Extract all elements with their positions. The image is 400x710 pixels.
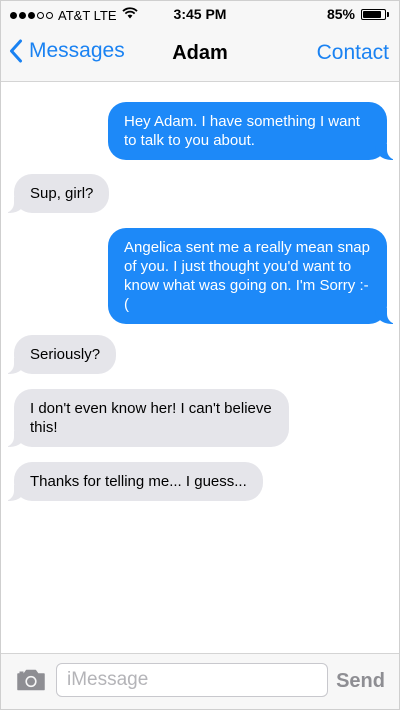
message-text: Seriously? (30, 346, 101, 363)
message-bubble-incoming: Seriously? (1, 335, 117, 374)
message-text: I don't even know her! I can't believe t… (30, 400, 272, 436)
message-text: Hey Adam. I have something I want to tal… (124, 113, 360, 149)
message-bubble-outgoing: Hey Adam. I have something I want to tal… (108, 102, 399, 160)
message-bubble-incoming: I don't even know her! I can't believe t… (1, 389, 289, 447)
message-bubble-outgoing: Angelica sent me a really mean snap of y… (108, 228, 399, 324)
camera-icon (17, 669, 45, 691)
chevron-left-icon (10, 39, 22, 63)
message-text: Angelica sent me a really mean snap of y… (124, 239, 370, 313)
battery-tip (387, 11, 389, 17)
message-list: Hey Adam. I have something I want to tal… (1, 82, 399, 654)
battery-fill (363, 10, 381, 18)
send-button[interactable]: Send (336, 670, 385, 693)
battery-icon (361, 8, 386, 20)
status-bar: AT&T LTE 3:45 PM 85% (1, 1, 399, 27)
camera-button[interactable] (16, 669, 46, 696)
contact-button[interactable]: Contact (317, 41, 389, 65)
phone-screen: AT&T LTE 3:45 PM 85% Messages Adam Conta… (0, 0, 400, 710)
message-text: Thanks for telling me... I guess... (30, 473, 247, 490)
back-label: Messages (29, 39, 125, 62)
imessage-input[interactable] (56, 663, 328, 697)
message-input-bar: Send (1, 653, 399, 709)
message-text: Sup, girl? (30, 185, 94, 202)
message-bubble-incoming: Thanks for telling me... I guess... (1, 462, 263, 501)
message-bubble-incoming: Sup, girl? (1, 174, 110, 213)
status-right: 85% (327, 6, 389, 22)
battery-percent: 85% (326, 6, 355, 22)
back-button[interactable]: Messages (9, 39, 125, 63)
nav-bar: Messages Adam Contact (1, 27, 399, 82)
